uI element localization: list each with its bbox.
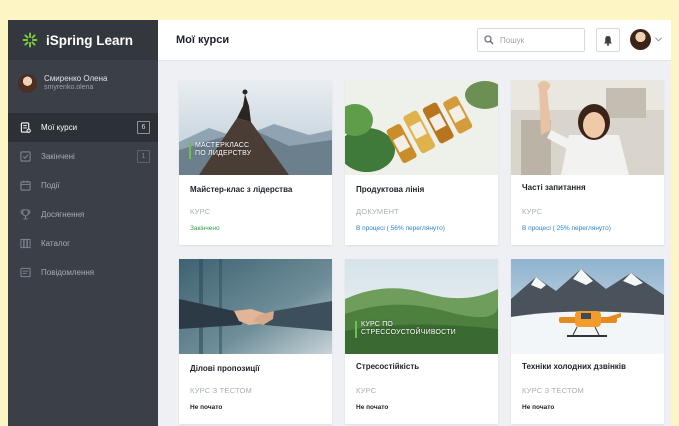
sidebar-item-label: Повідомлення bbox=[41, 268, 95, 277]
sidebar-item-label: Каталог bbox=[41, 239, 71, 248]
course-status: Закінчено bbox=[190, 225, 220, 232]
sidebar-item-messages[interactable]: Повідомлення bbox=[8, 258, 158, 287]
course-status: В процесі ( 25% переглянуто) bbox=[522, 225, 611, 232]
handshake-image bbox=[179, 259, 332, 354]
count-badge: 1 bbox=[137, 150, 150, 163]
course-type: КУРС bbox=[356, 386, 377, 395]
sidebar-item-events[interactable]: Події bbox=[8, 171, 158, 200]
sidebar-item-label: Мої курси bbox=[41, 123, 78, 132]
course-image: КУРС ПО СТРЕССОУСТОЙЧИВОСТИ bbox=[345, 259, 498, 354]
sidebar-item-my-courses[interactable]: Мої курси 6 bbox=[8, 113, 158, 142]
chevron-down-icon[interactable] bbox=[655, 37, 662, 42]
top-header: Мої курси bbox=[158, 20, 671, 61]
course-type: КУРС З ТЕСТОМ bbox=[522, 386, 584, 395]
sidebar-item-completed[interactable]: Закінчені 1 bbox=[8, 142, 158, 171]
search-box[interactable] bbox=[477, 28, 585, 52]
notifications-button[interactable] bbox=[596, 28, 620, 52]
course-status: Не почато bbox=[522, 404, 555, 411]
header-avatar[interactable] bbox=[630, 29, 651, 50]
woman-raising-hand-image bbox=[511, 80, 664, 175]
completed-check-icon bbox=[20, 151, 31, 162]
course-image bbox=[511, 259, 664, 354]
sidebar-item-achievements[interactable]: Досягнення bbox=[8, 200, 158, 229]
calendar-icon bbox=[20, 180, 31, 191]
sidebar: iSpring Learn Смиренко Олена smyrenko.ol… bbox=[8, 20, 158, 426]
course-status: В процесі ( 56% переглянуто) bbox=[356, 225, 445, 232]
courses-icon bbox=[20, 122, 31, 133]
course-image bbox=[511, 80, 664, 175]
sidebar-item-label: Події bbox=[41, 181, 60, 190]
page-title: Мої курси bbox=[176, 34, 230, 46]
course-title[interactable]: Ділові пропозиції bbox=[190, 364, 260, 373]
sidebar-nav: Мої курси 6 Закінчені 1 Події Досягнення… bbox=[8, 113, 158, 287]
course-type: ДОКУМЕНТ bbox=[356, 207, 399, 216]
course-card[interactable]: Ділові пропозиції КУРС З ТЕСТОМ Не почат… bbox=[179, 259, 332, 424]
course-card[interactable]: Продуктова лінія ДОКУМЕНТ В процесі ( 56… bbox=[345, 80, 498, 245]
image-caption: МАСТЕРКЛАСС ПО ЛИДЕРСТВУ bbox=[189, 142, 251, 159]
search-input[interactable] bbox=[498, 34, 572, 46]
course-image: МАСТЕРКЛАСС ПО ЛИДЕРСТВУ bbox=[179, 80, 332, 175]
product-bottles-image bbox=[345, 80, 498, 175]
ispring-logo-icon bbox=[22, 32, 38, 48]
course-title[interactable]: Техніки холодних дзвінків bbox=[522, 362, 626, 371]
trophy-icon bbox=[20, 209, 31, 220]
course-title[interactable]: Майстер-клас з лідерства bbox=[190, 185, 292, 194]
brand-bar[interactable]: iSpring Learn bbox=[8, 20, 158, 60]
search-icon bbox=[484, 35, 494, 45]
user-login: smyrenko.olena bbox=[44, 84, 94, 92]
course-card[interactable]: Техніки холодних дзвінків КУРС З ТЕСТОМ … bbox=[511, 259, 664, 424]
brand-name: iSpring Learn bbox=[46, 32, 134, 48]
course-type: КУРС bbox=[190, 207, 211, 216]
course-card[interactable]: МАСТЕРКЛАСС ПО ЛИДЕРСТВУ Майстер-клас з … bbox=[179, 80, 332, 245]
course-image bbox=[179, 259, 332, 354]
count-badge: 6 bbox=[137, 121, 150, 134]
image-caption: КУРС ПО СТРЕССОУСТОЙЧИВОСТИ bbox=[355, 321, 456, 338]
course-title[interactable]: Продуктова лінія bbox=[356, 185, 424, 194]
course-title[interactable]: Часті запитання bbox=[522, 183, 586, 192]
app-window: iSpring Learn Смиренко Олена smyrenko.ol… bbox=[8, 20, 671, 426]
sidebar-item-catalog[interactable]: Каталог bbox=[8, 229, 158, 258]
course-status: Не почато bbox=[190, 404, 223, 411]
course-type: КУРС bbox=[522, 207, 543, 216]
green-hills-image bbox=[345, 259, 498, 354]
user-name: Смиренко Олена bbox=[44, 74, 108, 84]
catalog-icon bbox=[20, 238, 31, 249]
course-title[interactable]: Стресостійкість bbox=[356, 362, 419, 371]
course-status: Не почато bbox=[356, 404, 389, 411]
snow-plane-image bbox=[511, 259, 664, 354]
course-card[interactable]: КУРС ПО СТРЕССОУСТОЙЧИВОСТИ Стресостійкі… bbox=[345, 259, 498, 424]
sidebar-item-label: Закінчені bbox=[41, 152, 75, 161]
course-type: КУРС З ТЕСТОМ bbox=[190, 386, 252, 395]
mountain-leader-image bbox=[179, 80, 332, 175]
user-avatar bbox=[18, 74, 37, 93]
user-profile[interactable]: Смиренко Олена smyrenko.olena bbox=[8, 60, 158, 103]
image-caption-text: МАСТЕРКЛАСС ПО ЛИДЕРСТВУ bbox=[195, 142, 252, 158]
course-card[interactable]: Часті запитання КУРС В процесі ( 25% пер… bbox=[511, 80, 664, 245]
messages-icon bbox=[20, 267, 31, 278]
image-caption-text: КУРС ПО СТРЕССОУСТОЙЧИВОСТИ bbox=[361, 321, 456, 337]
sidebar-item-label: Досягнення bbox=[41, 210, 85, 219]
courses-grid: МАСТЕРКЛАСС ПО ЛИДЕРСТВУ Майстер-клас з … bbox=[158, 60, 671, 426]
course-image bbox=[345, 80, 498, 175]
bell-icon bbox=[604, 35, 612, 46]
